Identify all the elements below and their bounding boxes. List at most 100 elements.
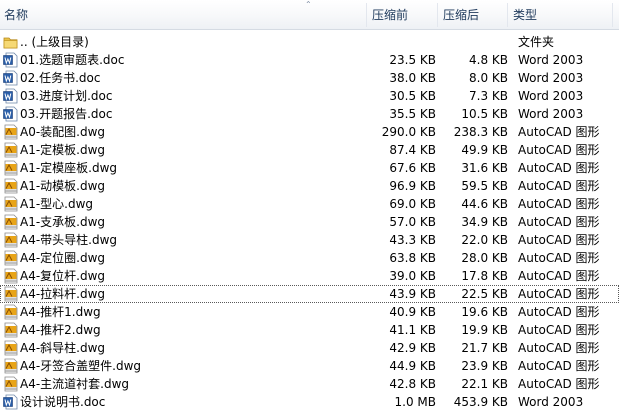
file-name: 01.选题审题表.doc (20, 53, 125, 67)
file-row[interactable]: A4-主流道衬套.dwg 42.8 KB 22.1 KB AutoCAD 图形 (0, 375, 619, 393)
file-name: .. (上级目录) (20, 35, 89, 49)
file-row[interactable]: 03.进度计划.doc 30.5 KB 7.3 KB Word 2003 (0, 87, 619, 105)
file-size-before: 35.5 KB (389, 107, 436, 121)
column-divider[interactable] (366, 3, 367, 27)
file-size-before: 30.5 KB (389, 89, 436, 103)
file-name: A1-动模板.dwg (20, 179, 106, 193)
autocad-dwg-icon (3, 142, 18, 158)
file-size-after: 453.9 KB (453, 395, 508, 409)
autocad-dwg-icon (3, 178, 18, 194)
file-type: AutoCAD 图形 (518, 377, 600, 391)
file-size-after: 31.6 KB (461, 161, 508, 175)
autocad-dwg-icon (3, 160, 18, 176)
file-row[interactable]: A4-斜导柱.dwg 42.9 KB 21.7 KB AutoCAD 图形 (0, 339, 619, 357)
folder-up-icon (3, 34, 18, 50)
file-name: A1-支承板.dwg (20, 215, 106, 229)
file-row[interactable]: 设计说明书.doc 1.0 MB 453.9 KB Word 2003 (0, 393, 619, 411)
file-name: A4-推杆1.dwg (20, 305, 101, 319)
file-row[interactable]: 02.任务书.doc 38.0 KB 8.0 KB Word 2003 (0, 69, 619, 87)
file-row[interactable]: A1-型心.dwg 69.0 KB 44.6 KB AutoCAD 图形 (0, 195, 619, 213)
file-size-after: 21.7 KB (461, 341, 508, 355)
column-header-type[interactable]: 类型 (513, 8, 537, 22)
file-type: AutoCAD 图形 (518, 269, 600, 283)
word-doc-icon (3, 394, 18, 410)
file-type: AutoCAD 图形 (518, 215, 600, 229)
file-size-after: 23.9 KB (461, 359, 508, 373)
file-size-after: 8.0 KB (469, 71, 508, 85)
file-type: Word 2003 (518, 71, 584, 85)
column-header-original[interactable]: 压缩后 (443, 8, 479, 22)
file-type: AutoCAD 图形 (518, 359, 600, 373)
file-size-after: 7.3 KB (469, 89, 508, 103)
file-size-after: 4.8 KB (469, 53, 508, 67)
file-row[interactable]: 03.开题报告.doc 35.5 KB 10.5 KB Word 2003 (0, 105, 619, 123)
file-type: AutoCAD 图形 (518, 233, 600, 247)
column-divider[interactable] (612, 3, 613, 27)
file-size-before: 41.1 KB (389, 323, 436, 337)
file-type: AutoCAD 图形 (518, 161, 600, 175)
column-divider[interactable] (507, 3, 508, 27)
file-row[interactable]: A1-动模板.dwg 96.9 KB 59.5 KB AutoCAD 图形 (0, 177, 619, 195)
autocad-dwg-icon (3, 250, 18, 266)
file-size-before: 40.9 KB (389, 305, 436, 319)
autocad-dwg-icon (3, 286, 18, 302)
column-divider[interactable] (437, 3, 438, 27)
file-type: Word 2003 (518, 107, 584, 121)
file-name: A4-带头导柱.dwg (20, 233, 118, 247)
file-size-before: 23.5 KB (389, 53, 436, 67)
autocad-dwg-icon (3, 322, 18, 338)
file-size-before: 57.0 KB (389, 215, 436, 229)
file-type: Word 2003 (518, 53, 584, 67)
column-header-bar: 名称 ⌃ 压缩前 压缩后 类型 (0, 0, 619, 30)
file-type: AutoCAD 图形 (518, 125, 600, 139)
file-row[interactable]: A4-拉料杆.dwg 43.9 KB 22.5 KB AutoCAD 图形 (0, 285, 619, 303)
file-size-before: 39.0 KB (389, 269, 436, 283)
file-size-before: 42.9 KB (389, 341, 436, 355)
file-row[interactable]: A1-支承板.dwg 57.0 KB 34.9 KB AutoCAD 图形 (0, 213, 619, 231)
file-size-after (440, 35, 508, 49)
file-row[interactable]: A1-定模板.dwg 87.4 KB 49.9 KB AutoCAD 图形 (0, 141, 619, 159)
file-name: A1-型心.dwg (20, 197, 94, 211)
file-row[interactable]: A4-复位杆.dwg 39.0 KB 17.8 KB AutoCAD 图形 (0, 267, 619, 285)
file-type: AutoCAD 图形 (518, 197, 600, 211)
file-name: A1-定模座板.dwg (20, 161, 118, 175)
file-type: 文件夹 (518, 35, 555, 49)
file-size-before: 43.3 KB (389, 233, 436, 247)
autocad-dwg-icon (3, 268, 18, 284)
file-size-after: 49.9 KB (461, 143, 508, 157)
file-name: A4-拉料杆.dwg (20, 287, 106, 301)
file-name: 03.开题报告.doc (20, 107, 113, 121)
column-header-name[interactable]: 名称 (4, 8, 28, 22)
file-type: AutoCAD 图形 (518, 287, 600, 301)
file-size-before: 67.6 KB (389, 161, 436, 175)
autocad-dwg-icon (3, 196, 18, 212)
file-row[interactable]: A4-定位圈.dwg 63.8 KB 28.0 KB AutoCAD 图形 (0, 249, 619, 267)
file-size-before: 69.0 KB (389, 197, 436, 211)
file-row[interactable]: A1-定模座板.dwg 67.6 KB 31.6 KB AutoCAD 图形 (0, 159, 619, 177)
file-type: AutoCAD 图形 (518, 179, 600, 193)
file-row[interactable]: A4-推杆1.dwg 40.9 KB 19.6 KB AutoCAD 图形 (0, 303, 619, 321)
file-row[interactable]: A0-装配图.dwg 290.0 KB 238.3 KB AutoCAD 图形 (0, 123, 619, 141)
file-type: AutoCAD 图形 (518, 251, 600, 265)
file-size-before: 43.9 KB (389, 287, 436, 301)
file-size-after: 19.9 KB (461, 323, 508, 337)
file-type: Word 2003 (518, 395, 584, 409)
file-size-after: 28.0 KB (461, 251, 508, 265)
file-size-after: 17.8 KB (461, 269, 508, 283)
file-size-after: 22.0 KB (461, 233, 508, 247)
file-row[interactable]: 01.选题审题表.doc 23.5 KB 4.8 KB Word 2003 (0, 51, 619, 69)
file-type: AutoCAD 图形 (518, 305, 600, 319)
file-name: A1-定模板.dwg (20, 143, 106, 157)
column-header-compressed[interactable]: 压缩前 (372, 8, 408, 22)
autocad-dwg-icon (3, 358, 18, 374)
autocad-dwg-icon (3, 232, 18, 248)
file-row[interactable]: .. (上级目录) 文件夹 (0, 33, 619, 51)
file-size-after: 59.5 KB (461, 179, 508, 193)
file-row[interactable]: A4-推杆2.dwg 41.1 KB 19.9 KB AutoCAD 图形 (0, 321, 619, 339)
file-name: 02.任务书.doc (20, 71, 101, 85)
file-type: AutoCAD 图形 (518, 341, 600, 355)
file-row[interactable]: A4-带头导柱.dwg 43.3 KB 22.0 KB AutoCAD 图形 (0, 231, 619, 249)
file-type: AutoCAD 图形 (518, 323, 600, 337)
file-size-before: 42.8 KB (389, 377, 436, 391)
file-row[interactable]: A4-牙签合盖塑件.dwg 44.9 KB 23.9 KB AutoCAD 图形 (0, 357, 619, 375)
